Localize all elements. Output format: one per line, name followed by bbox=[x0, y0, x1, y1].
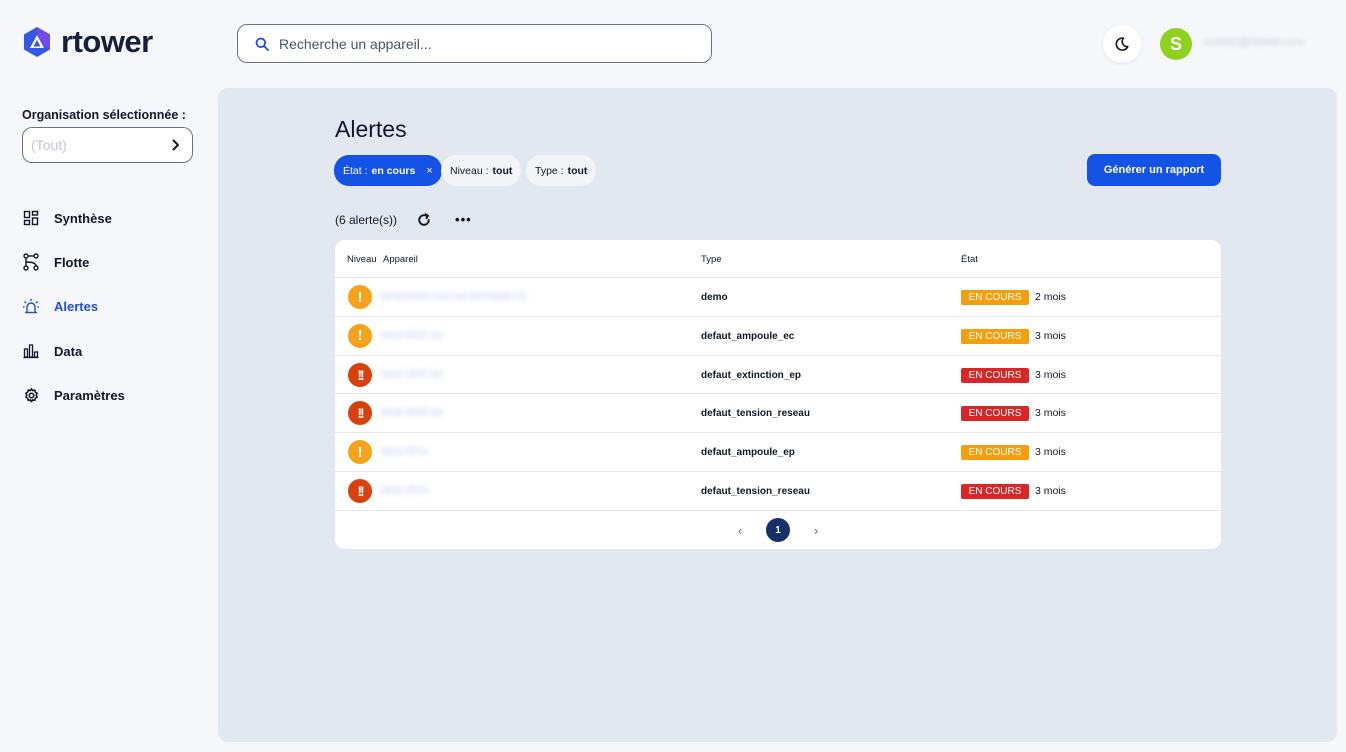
moon-icon bbox=[1115, 37, 1129, 51]
alert-type: defaut_tension_reseau bbox=[701, 485, 810, 497]
warning-icon: ! bbox=[348, 440, 372, 465]
column-header-type[interactable]: Type bbox=[701, 254, 722, 265]
alarm-icon bbox=[22, 298, 40, 316]
filter-chip-prefix: Type : bbox=[535, 164, 564, 177]
table-row[interactable]: !! lamp-0547-ep defaut_extinction_ep EN … bbox=[335, 356, 1221, 395]
sidebar-item-label: Synthèse bbox=[54, 210, 112, 226]
theme-toggle-button[interactable] bbox=[1103, 25, 1141, 63]
org-label: Organisation sélectionnée : bbox=[22, 108, 186, 122]
column-header-device[interactable]: Appareil bbox=[383, 254, 418, 265]
status-badge: EN COURS bbox=[961, 445, 1029, 461]
alert-type: defaut_ampoule_ep bbox=[701, 447, 795, 459]
dashboard-icon bbox=[22, 209, 40, 227]
chevron-left-icon[interactable]: ‹ bbox=[728, 523, 752, 538]
alert-age: 3 mois bbox=[1035, 407, 1066, 420]
status-badge: EN COURS bbox=[961, 483, 1029, 499]
filter-chip-level[interactable]: Niveau : tout bbox=[441, 155, 522, 186]
alert-type: demo bbox=[701, 292, 728, 303]
critical-icon: !! bbox=[348, 478, 372, 503]
fleet-icon bbox=[22, 253, 40, 272]
filter-chip-value: en cours bbox=[371, 164, 416, 177]
device-link[interactable]: lamp-0548-ep bbox=[381, 407, 443, 419]
table-row[interactable]: ! lamp-0321-ep defaut_ampoule_ec EN COUR… bbox=[335, 317, 1221, 356]
main-panel: Alertes État : en cours × Niveau : tout … bbox=[218, 88, 1337, 742]
pagination: ‹ 1 › bbox=[335, 511, 1221, 549]
refresh-icon[interactable] bbox=[417, 213, 431, 227]
table-row[interactable]: ! lamp-0912 defaut_ampoule_ep EN COURS 3… bbox=[335, 433, 1221, 472]
status-badge: EN COURS bbox=[961, 406, 1029, 422]
app-root: rtower S contact@rtower.com Organisation… bbox=[0, 0, 1346, 752]
table-row[interactable]: !! lamp-0548-ep defaut_tension_reseau EN… bbox=[335, 394, 1221, 434]
filter-chip-value: tout bbox=[492, 164, 513, 177]
brand-logo[interactable]: rtower bbox=[22, 26, 153, 58]
gear-icon bbox=[22, 386, 40, 404]
sidebar-item-label: Data bbox=[54, 343, 83, 359]
column-header-level[interactable]: Niveau bbox=[347, 254, 377, 265]
sidebar-item-label: Flotte bbox=[54, 254, 90, 270]
device-link[interactable]: lampadaire-avenue-principale-01 bbox=[381, 291, 527, 303]
sidebar-item-label: Alertes bbox=[54, 299, 99, 315]
warning-icon: ! bbox=[348, 323, 372, 348]
filter-chip-prefix: Niveau : bbox=[450, 164, 489, 177]
user-email[interactable]: contact@rtower.com bbox=[1204, 36, 1324, 50]
alert-age: 3 mois bbox=[1035, 329, 1066, 342]
search-icon bbox=[255, 37, 269, 51]
critical-icon: !! bbox=[348, 362, 372, 387]
chevron-right-icon bbox=[172, 139, 179, 151]
column-header-state[interactable]: État bbox=[961, 254, 978, 265]
list-toolbar: (6 alerte(s)) ••• bbox=[335, 210, 472, 230]
status-badge: EN COURS bbox=[961, 328, 1029, 344]
bar-chart-icon bbox=[22, 342, 40, 360]
alert-age: 2 mois bbox=[1035, 291, 1066, 303]
search-input[interactable] bbox=[279, 35, 679, 52]
sidebar-item-synthese[interactable]: Synthèse bbox=[22, 196, 125, 240]
sidebar-item-label: Paramètres bbox=[54, 387, 125, 403]
status-badge: EN COURS bbox=[961, 367, 1029, 383]
page-button-current[interactable]: 1 bbox=[766, 518, 790, 542]
sidebar-item-parametres[interactable]: Paramètres bbox=[22, 373, 125, 417]
table-header: Niveau Appareil Type État bbox=[335, 240, 1221, 278]
page-title: Alertes bbox=[335, 116, 407, 142]
sidebar-nav: Synthèse Flotte Alertes Data Paramètres bbox=[22, 196, 125, 417]
filter-chip-type[interactable]: Type : tout bbox=[526, 155, 597, 186]
alert-type: defaut_ampoule_ec bbox=[701, 330, 795, 342]
status-badge: EN COURS bbox=[961, 290, 1029, 305]
sidebar-item-data[interactable]: Data bbox=[22, 329, 125, 373]
filter-chip-prefix: État : bbox=[343, 164, 368, 177]
alert-count: (6 alerte(s)) bbox=[335, 213, 398, 227]
alert-age: 3 mois bbox=[1035, 484, 1066, 497]
more-options-icon[interactable]: ••• bbox=[455, 213, 472, 226]
search-bar[interactable] bbox=[237, 24, 712, 63]
filter-chip-state[interactable]: État : en cours × bbox=[334, 155, 442, 186]
filter-chip-value: tout bbox=[567, 164, 588, 177]
org-select[interactable]: (Tout) bbox=[22, 127, 193, 163]
logo-icon bbox=[24, 27, 50, 57]
alerts-table: Niveau Appareil Type État ! lampadaire-a… bbox=[335, 240, 1221, 549]
device-link[interactable]: lamp-0321-ep bbox=[381, 330, 443, 342]
generate-report-button[interactable]: Générer un rapport bbox=[1087, 154, 1221, 186]
brand-name: rtower bbox=[61, 24, 153, 59]
device-link[interactable]: lamp-0913 bbox=[381, 485, 428, 497]
alert-type: defaut_tension_reseau bbox=[701, 408, 810, 420]
device-link[interactable]: lamp-0547-ep bbox=[381, 369, 443, 381]
org-select-value: (Tout) bbox=[31, 137, 67, 153]
sidebar-item-alertes[interactable]: Alertes bbox=[22, 285, 125, 329]
user-avatar[interactable]: S bbox=[1160, 28, 1192, 60]
alert-age: 3 mois bbox=[1035, 446, 1066, 459]
table-row[interactable]: !! lamp-0913 defaut_tension_reseau EN CO… bbox=[335, 472, 1221, 511]
sidebar-item-flotte[interactable]: Flotte bbox=[22, 240, 125, 284]
alert-type: defaut_extinction_ep bbox=[701, 369, 802, 381]
warning-icon: ! bbox=[348, 285, 372, 309]
chevron-right-icon[interactable]: › bbox=[804, 523, 828, 538]
table-row[interactable]: ! lampadaire-avenue-principale-01 demo E… bbox=[335, 278, 1221, 317]
alert-age: 3 mois bbox=[1035, 368, 1066, 381]
critical-icon: !! bbox=[348, 401, 372, 426]
close-icon[interactable]: × bbox=[426, 165, 432, 177]
device-link[interactable]: lamp-0912 bbox=[381, 446, 428, 458]
